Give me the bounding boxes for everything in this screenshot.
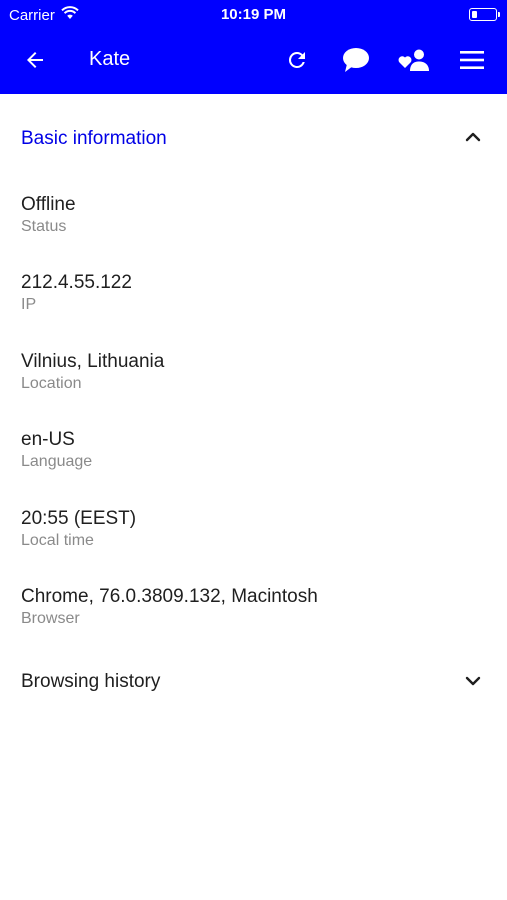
ip-label: IP bbox=[21, 296, 37, 313]
hamburger-menu-icon bbox=[460, 51, 484, 69]
heart-person-icon bbox=[398, 49, 429, 71]
language-value: en-US bbox=[21, 429, 75, 450]
menu-button[interactable] bbox=[452, 42, 492, 78]
status-bar: Carrier 10:19 PM bbox=[0, 0, 507, 30]
page-title: Kate bbox=[89, 48, 131, 70]
refresh-icon bbox=[288, 51, 305, 68]
language-label: Language bbox=[21, 453, 93, 470]
battery-icon bbox=[469, 8, 500, 21]
browsing-history-title: Browsing history bbox=[21, 671, 161, 692]
info-row-location: Vilnius, Lithuania Location bbox=[21, 350, 491, 394]
info-row-language: en-US Language bbox=[21, 428, 491, 472]
info-row-status: Offline Status bbox=[21, 193, 491, 237]
basic-information-header[interactable]: Basic information bbox=[0, 113, 507, 165]
browser-value: Chrome, 76.0.3809.132, Macintosh bbox=[21, 586, 318, 607]
chat-button[interactable] bbox=[336, 42, 376, 78]
info-row-browser: Chrome, 76.0.3809.132, Macintosh Browser bbox=[21, 585, 491, 629]
ip-value: 212.4.55.122 bbox=[21, 272, 132, 293]
favorite-contact-button[interactable] bbox=[394, 42, 434, 78]
location-value: Vilnius, Lithuania bbox=[21, 351, 165, 372]
chevron-down-icon bbox=[465, 676, 481, 686]
local-time-label: Local time bbox=[21, 532, 94, 549]
browsing-history-header[interactable]: Browsing history bbox=[0, 660, 507, 706]
app-bar: Kate bbox=[0, 30, 507, 94]
basic-information-title: Basic information bbox=[21, 128, 167, 149]
info-row-local-time: 20:55 (EEST) Local time bbox=[21, 507, 491, 551]
refresh-button[interactable] bbox=[277, 42, 317, 78]
status-label: Status bbox=[21, 218, 67, 235]
local-time-value: 20:55 (EEST) bbox=[21, 508, 137, 529]
status-value: Offline bbox=[21, 194, 76, 215]
browser-label: Browser bbox=[21, 610, 80, 627]
location-label: Location bbox=[21, 375, 82, 392]
arrow-left-icon bbox=[27, 52, 43, 68]
status-time: 10:19 PM bbox=[220, 6, 287, 23]
info-row-ip: 212.4.55.122 IP bbox=[21, 271, 491, 315]
back-button[interactable] bbox=[15, 42, 55, 78]
top-bar: Carrier 10:19 PM Kate bbox=[0, 0, 507, 94]
chevron-up-icon bbox=[465, 132, 481, 142]
chat-bubble-icon bbox=[343, 48, 369, 72]
